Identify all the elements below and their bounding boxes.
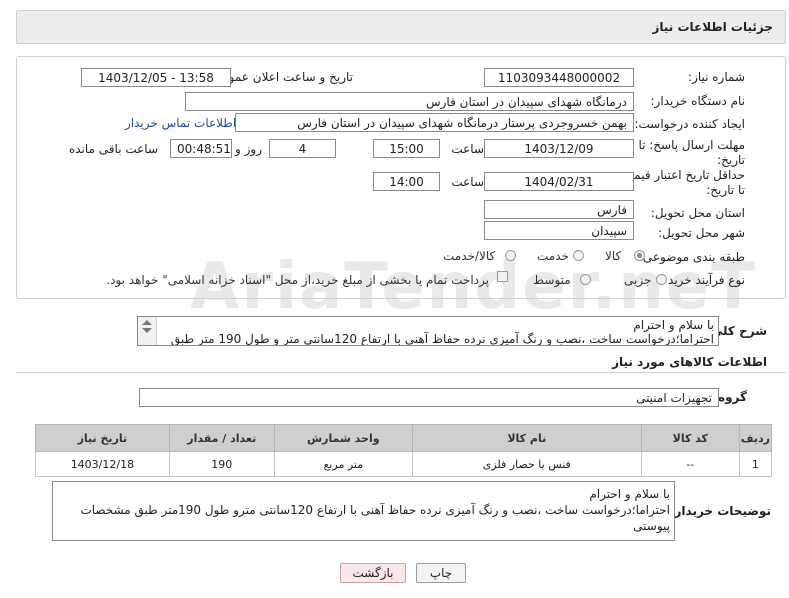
goods-divider bbox=[16, 372, 786, 373]
category-radio-service[interactable] bbox=[573, 250, 584, 261]
reply-date-field: 1403/12/09 bbox=[484, 139, 634, 158]
days-and-label: روز و bbox=[235, 142, 262, 156]
category-option-goods: کالا bbox=[605, 249, 622, 263]
creator-label: ایجاد کننده درخواست: bbox=[634, 117, 745, 131]
cell-code: -- bbox=[640, 451, 740, 477]
table-header-row: ردیف کد کالا نام کالا واحد شمارش تعداد /… bbox=[35, 424, 773, 452]
description-textarea[interactable]: با سلام و احترام احتراما؛درخواست ساخت ،ن… bbox=[137, 316, 719, 346]
page-title: جزئیات اطلاعات نیاز bbox=[652, 20, 773, 34]
description-scrollbar[interactable] bbox=[138, 317, 157, 345]
buyer-notes-line-2: احتراما؛درخواست ساخت ،نصب و رنگ آمیزی نر… bbox=[80, 503, 670, 533]
goods-section-title: اطلاعات کالاهای مورد نیاز bbox=[612, 355, 767, 369]
col-row: ردیف bbox=[738, 424, 773, 452]
cell-unit: متر مربع bbox=[273, 451, 413, 477]
remaining-label: ساعت باقی مانده bbox=[68, 142, 158, 156]
cell-row: 1 bbox=[738, 451, 773, 477]
buyer-contact-link[interactable]: اطلاعات تماس خریدار bbox=[125, 116, 236, 130]
process-option-minor: جزیی bbox=[624, 273, 652, 287]
scroll-up-icon[interactable] bbox=[142, 320, 152, 325]
need-number-label: شماره نیاز: bbox=[688, 70, 745, 84]
process-radio-minor[interactable] bbox=[656, 274, 667, 285]
buyer-org-field: درمانگاه شهدای سپیدان در استان فارس bbox=[185, 92, 634, 111]
days-field: 4 bbox=[269, 139, 336, 158]
col-qty: تعداد / مقدار bbox=[168, 424, 275, 452]
city-label: شهر محل تحویل: bbox=[658, 226, 745, 240]
process-label: نوع فرآیند خرید : bbox=[660, 273, 745, 287]
scroll-down-icon[interactable] bbox=[142, 328, 152, 333]
price-time-label: ساعت bbox=[451, 175, 484, 189]
cell-name: فنس یا حصار فلزی bbox=[411, 451, 642, 477]
process-radio-medium[interactable] bbox=[580, 274, 591, 285]
description-line-2: احتراما؛درخواست ساخت ،نصب و رنگ آمیزی نر… bbox=[170, 332, 714, 346]
buyer-notes-line-1: با سلام و احترام bbox=[589, 487, 670, 501]
need-number-field: 1103093448000002 bbox=[484, 68, 634, 87]
goods-group-field: تجهیزات امنیتی bbox=[139, 388, 719, 407]
process-option-medium: متوسط bbox=[533, 273, 571, 287]
col-date: تاریخ نیاز bbox=[35, 424, 170, 452]
col-unit: واحد شمارش bbox=[273, 424, 413, 452]
cell-date: 1403/12/18 bbox=[35, 451, 170, 477]
description-line-1: با سلام و احترام bbox=[633, 318, 714, 332]
price-validity-label: حداقل تاریخ اعتبار قیمت: تا تاریخ: bbox=[618, 168, 745, 197]
col-name: نام کالا bbox=[411, 424, 642, 452]
price-time-field: 14:00 bbox=[373, 172, 440, 191]
province-label: استان محل تحویل: bbox=[650, 206, 745, 220]
page-header: جزئیات اطلاعات نیاز bbox=[16, 10, 786, 44]
print-button[interactable]: چاپ bbox=[416, 563, 466, 583]
city-field: سپیدان bbox=[484, 221, 634, 240]
cell-qty: 190 bbox=[168, 451, 275, 477]
category-option-service: خدمت bbox=[537, 249, 569, 263]
reply-time-field: 15:00 bbox=[373, 139, 440, 158]
reply-deadline-label: مهلت ارسال پاسخ: تا تاریخ: bbox=[638, 138, 745, 167]
treasury-checkbox[interactable] bbox=[497, 271, 508, 282]
category-label: طبقه بندی موضوعی: bbox=[638, 250, 745, 264]
province-field: فارس bbox=[484, 200, 634, 219]
buyer-org-label: نام دستگاه خریدار: bbox=[650, 94, 746, 108]
back-button[interactable]: بازگشت bbox=[340, 563, 406, 583]
table-row: 1 -- فنس یا حصار فلزی متر مربع 190 1403/… bbox=[35, 451, 773, 477]
category-radio-goods[interactable] bbox=[634, 250, 645, 261]
buyer-notes-label: توضیحات خریدار: bbox=[669, 504, 771, 518]
buyer-notes-box: با سلام و احترام احتراما؛درخواست ساخت ،ن… bbox=[52, 481, 675, 541]
remaining-time-field: 00:48:51 bbox=[170, 139, 232, 158]
treasury-note: پرداخت تمام یا بخشی از مبلغ خرید،از محل … bbox=[106, 273, 489, 287]
category-option-both: کالا/خدمت bbox=[443, 249, 496, 263]
goods-table: ردیف کد کالا نام کالا واحد شمارش تعداد /… bbox=[35, 424, 773, 477]
category-radio-both[interactable] bbox=[505, 250, 516, 261]
col-code: کد کالا bbox=[640, 424, 740, 452]
reply-time-label: ساعت bbox=[451, 142, 484, 156]
price-date-field: 1404/02/31 bbox=[484, 172, 634, 191]
announce-field: 1403/12/05 - 13:58 bbox=[81, 68, 231, 87]
creator-field: بهمن خسروجردی پرستار درمانگاه شهدای سپید… bbox=[235, 113, 634, 132]
